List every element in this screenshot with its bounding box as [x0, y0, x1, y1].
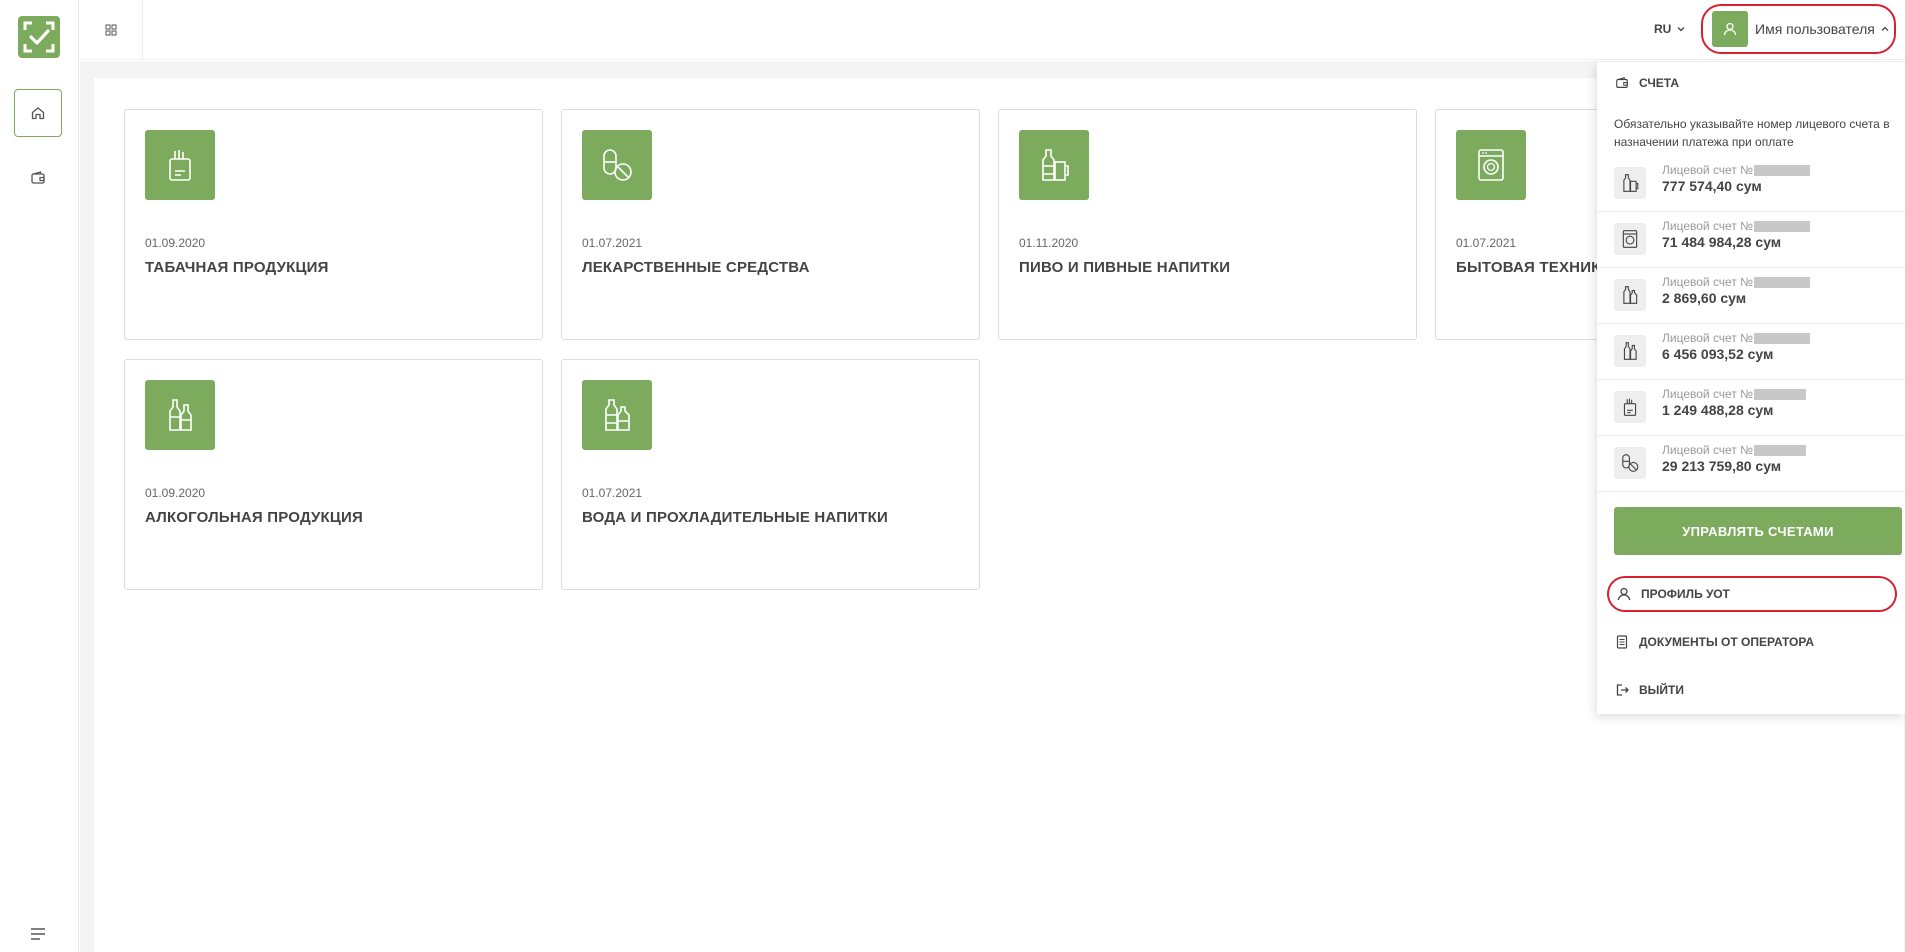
- card-icon-box: [145, 130, 215, 200]
- menu-item-profile[interactable]: ПРОФИЛЬ УОТ: [1607, 576, 1897, 612]
- account-icon-box: [1614, 279, 1646, 311]
- account-item[interactable]: Лицевой счет № 6 456 093,52 сум: [1597, 324, 1905, 380]
- alcohol-icon: [1623, 342, 1637, 360]
- account-balance: 71 484 984,28 сум: [1662, 234, 1782, 250]
- card-icon-box: [1456, 130, 1526, 200]
- apps-grid-button[interactable]: [80, 0, 143, 60]
- sidebar-wallet-button[interactable]: [14, 154, 62, 202]
- user-icon: [1723, 22, 1737, 36]
- account-icon-box: [1614, 223, 1646, 255]
- product-card-beer[interactable]: 01.11.2020 ПИВО И ПИВНЫЕ НАПИТКИ: [998, 109, 1417, 340]
- menu-item-logout[interactable]: ВЫЙТИ: [1607, 672, 1897, 708]
- account-balance: 29 213 759,80 сум: [1662, 458, 1782, 474]
- accounts-header: СЧЕТА: [1615, 76, 1679, 90]
- account-icon-box: [1614, 167, 1646, 199]
- account-item[interactable]: Лицевой счет № 777 574,40 сум: [1597, 156, 1905, 212]
- top-bar: RU Имя пользователя: [80, 0, 1905, 60]
- card-icon-box: [1019, 130, 1089, 200]
- app-logo[interactable]: [18, 16, 60, 58]
- account-balance: 2 869,60 сум: [1662, 290, 1747, 306]
- grid-icon: [105, 24, 117, 36]
- washing-machine-icon: [1478, 149, 1504, 181]
- card-title: ПИВО И ПИВНЫЕ НАПИТКИ: [1019, 259, 1231, 276]
- product-card-alcohol[interactable]: 01.09.2020 АЛКОГОЛЬНАЯ ПРОДУКЦИЯ: [124, 359, 543, 590]
- account-item[interactable]: Лицевой счет № 2 869,60 сум: [1597, 268, 1905, 324]
- payment-note: Обязательно указывайте номер лицевого сч…: [1614, 117, 1890, 149]
- avatar: [1712, 11, 1748, 47]
- beer-icon: [1042, 149, 1069, 181]
- user-name: Имя пользователя: [1755, 21, 1875, 37]
- sidebar-home-button[interactable]: [14, 89, 62, 137]
- account-icon-box: [1614, 391, 1646, 423]
- alcohol-icon: [169, 399, 192, 431]
- accounts-header-label: СЧЕТА: [1639, 76, 1680, 90]
- card-icon-box: [582, 380, 652, 450]
- account-icon-box: [1614, 335, 1646, 367]
- card-title: ЛЕКАРСТВЕННЫЕ СРЕДСТВА: [582, 259, 810, 276]
- wallet-icon: [31, 171, 45, 184]
- menu-item-label: ВЫЙТИ: [1639, 683, 1684, 697]
- card-title: БЫТОВАЯ ТЕХНИКА: [1456, 259, 1612, 276]
- chevron-down-icon: [1677, 27, 1685, 32]
- card-date: 01.11.2020: [1019, 236, 1079, 250]
- card-date: 01.09.2020: [145, 236, 206, 250]
- card-title: АЛКОГОЛЬНАЯ ПРОДУКЦИЯ: [145, 509, 364, 526]
- menu-item-label: ДОКУМЕНТЫ ОТ ОПЕРАТОРА: [1639, 635, 1815, 649]
- account-item[interactable]: Лицевой счет № 29 213 759,80 сум: [1597, 436, 1905, 492]
- account-label: Лицевой счет №: [1662, 443, 1807, 457]
- account-balance: 1 249 488,28 сум: [1662, 402, 1774, 418]
- pills-icon: [1622, 454, 1639, 472]
- account-label: Лицевой счет №: [1662, 331, 1811, 345]
- menu-icon: [31, 928, 45, 940]
- account-label: Лицевой счет №: [1662, 387, 1807, 401]
- account-balance: 6 456 093,52 сум: [1662, 346, 1774, 362]
- logo-check-icon: [23, 21, 55, 53]
- account-item[interactable]: Лицевой счет № 1 249 488,28 сум: [1597, 380, 1905, 436]
- card-icon-box: [145, 380, 215, 450]
- menu-item-documents[interactable]: ДОКУМЕНТЫ ОТ ОПЕРАТОРА: [1607, 624, 1897, 660]
- sidebar-collapse-button[interactable]: [14, 910, 62, 952]
- language-selector[interactable]: RU: [1654, 22, 1685, 36]
- product-card-tobacco[interactable]: 01.09.2020 ТАБАЧНАЯ ПРОДУКЦИЯ: [124, 109, 543, 340]
- sidebar: [0, 0, 79, 952]
- home-icon: [31, 107, 45, 120]
- user-menu-button[interactable]: Имя пользователя: [1701, 4, 1896, 54]
- menu-item-label: ПРОФИЛЬ УОТ: [1641, 587, 1730, 601]
- pills-icon: [603, 149, 632, 181]
- water-icon: [605, 399, 630, 431]
- card-date: 01.09.2020: [145, 486, 206, 500]
- water-icon: [1623, 286, 1638, 304]
- tobacco-icon: [169, 150, 191, 181]
- logout-icon: [1616, 684, 1629, 696]
- washing-machine-icon: [1622, 230, 1638, 248]
- account-icon-box: [1614, 447, 1646, 479]
- product-card-water[interactable]: 01.07.2021 ВОДА И ПРОХЛАДИТЕЛЬНЫЕ НАПИТК…: [561, 359, 980, 590]
- account-label: Лицевой счет №: [1662, 275, 1811, 289]
- account-label: Лицевой счет №: [1662, 219, 1811, 233]
- account-label: Лицевой счет №: [1662, 163, 1811, 177]
- language-label: RU: [1654, 22, 1672, 36]
- card-title: ВОДА И ПРОХЛАДИТЕЛЬНЫЕ НАПИТКИ: [582, 509, 888, 526]
- user-icon: [1617, 587, 1631, 601]
- user-dropdown-menu: СЧЕТА Обязательно указывайте номер лицев…: [1597, 62, 1905, 714]
- beer-icon: [1623, 174, 1639, 192]
- chevron-up-icon: [1881, 26, 1889, 31]
- document-icon: [1616, 635, 1628, 649]
- account-item[interactable]: Лицевой счет № 71 484 984,28 сум: [1597, 212, 1905, 268]
- manage-accounts-button[interactable]: УПРАВЛЯТЬ СЧЕТАМИ: [1614, 507, 1902, 555]
- wallet-icon: [1616, 76, 1628, 88]
- product-card-pharma[interactable]: 01.07.2021 ЛЕКАРСТВЕННЫЕ СРЕДСТВА: [561, 109, 980, 340]
- tobacco-icon: [1623, 398, 1637, 416]
- card-icon-box: [582, 130, 652, 200]
- account-balance: 777 574,40 сум: [1662, 178, 1762, 194]
- card-date: 01.07.2021: [582, 236, 643, 250]
- card-date: 01.07.2021: [1456, 236, 1517, 250]
- card-title: ТАБАЧНАЯ ПРОДУКЦИЯ: [145, 259, 329, 276]
- card-date: 01.07.2021: [582, 486, 643, 500]
